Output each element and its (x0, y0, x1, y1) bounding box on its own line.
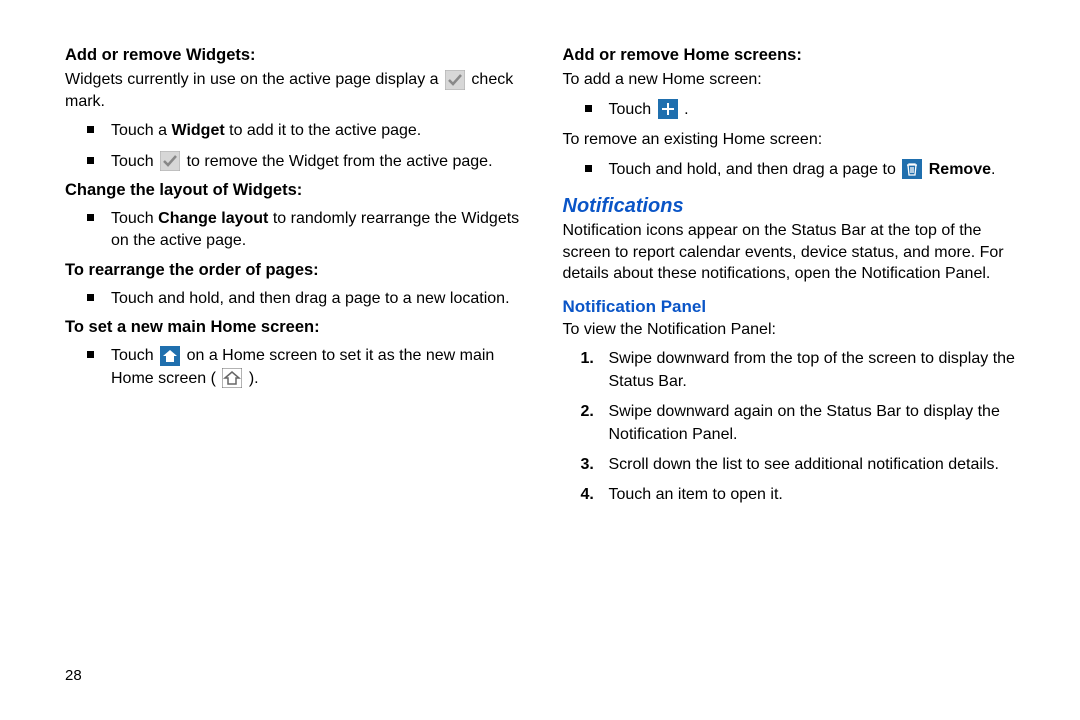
step-number: 4. (581, 484, 594, 506)
text-bold: Widget (171, 122, 224, 139)
text: Widgets currently in use on the active p… (65, 71, 443, 88)
add-home-bullets: Touch . (563, 99, 1021, 121)
list-item: Touch . (563, 99, 1021, 121)
subsection-notification-panel: Notification Panel (563, 297, 1021, 317)
list-item: 3. Scroll down the list to see additional… (563, 454, 1021, 476)
remove-home-intro: To remove an existing Home screen: (563, 129, 1021, 151)
layout-bullets: Touch Change layout to randomly rearrang… (65, 208, 523, 253)
checkmark-grey-icon (445, 70, 465, 90)
text: Touch and hold, and then drag a page to (609, 161, 901, 178)
panel-steps: 1. Swipe downward from the top of the scr… (563, 348, 1021, 506)
text: Touch a (111, 122, 171, 139)
page-number: 28 (65, 667, 82, 684)
text: . (680, 101, 689, 118)
step-number: 2. (581, 401, 594, 423)
text: Touch (111, 347, 158, 364)
list-item: Touch Change layout to randomly rearrang… (65, 208, 523, 253)
heading-add-remove-home: Add or remove Home screens: (563, 46, 1021, 65)
main-home-bullets: Touch on a Home screen to set it as the … (65, 345, 523, 390)
heading-main-home: To set a new main Home screen: (65, 318, 523, 337)
heading-change-layout: Change the layout of Widgets: (65, 181, 523, 200)
text: Touch (111, 210, 158, 227)
list-item: Touch and hold, and then drag a page to … (563, 159, 1021, 181)
list-item: Touch a Widget to add it to the active p… (65, 120, 523, 142)
text-bold: Change layout (158, 210, 268, 227)
list-item: 4. Touch an item to open it. (563, 484, 1021, 506)
widgets-bullets: Touch a Widget to add it to the active p… (65, 120, 523, 173)
left-column: Add or remove Widgets: Widgets currently… (65, 40, 553, 700)
list-item: 1. Swipe downward from the top of the scr… (563, 348, 1021, 393)
text: Touch an item to open it. (609, 486, 783, 503)
list-item: Touch to remove the Widget from the acti… (65, 151, 523, 173)
heading-rearrange-pages: To rearrange the order of pages: (65, 261, 523, 280)
rearrange-bullets: Touch and hold, and then drag a page to … (65, 288, 523, 310)
text: Swipe downward again on the Status Bar t… (609, 403, 1000, 442)
section-notifications: Notifications (563, 195, 1021, 218)
manual-page: Add or remove Widgets: Widgets currently… (0, 0, 1080, 720)
trash-blue-icon (902, 159, 922, 179)
text: Touch (111, 153, 158, 170)
list-item: Touch on a Home screen to set it as the … (65, 345, 523, 390)
list-item: Touch and hold, and then drag a page to … (65, 288, 523, 310)
step-number: 1. (581, 348, 594, 370)
plus-blue-icon (658, 99, 678, 119)
text-bold: Remove (929, 161, 991, 178)
notifications-intro: Notification icons appear on the Status … (563, 220, 1021, 285)
text: ). (244, 370, 258, 387)
text: to remove the Widget from the active pag… (182, 153, 492, 170)
home-blue-icon (160, 346, 180, 366)
remove-home-bullets: Touch and hold, and then drag a page to … (563, 159, 1021, 181)
text: . (991, 161, 995, 178)
step-number: 3. (581, 454, 594, 476)
widgets-intro: Widgets currently in use on the active p… (65, 69, 523, 112)
right-column: Add or remove Home screens: To add a new… (553, 40, 1041, 700)
text: Scroll down the list to see additional n… (609, 456, 999, 473)
panel-intro: To view the Notification Panel: (563, 319, 1021, 341)
text: Touch (609, 101, 656, 118)
home-outline-icon (222, 368, 242, 388)
list-item: 2. Swipe downward again on the Status Bar… (563, 401, 1021, 446)
text: Swipe downward from the top of the scree… (609, 350, 1015, 389)
add-home-intro: To add a new Home screen: (563, 69, 1021, 91)
heading-add-remove-widgets: Add or remove Widgets: (65, 46, 523, 65)
text: to add it to the active page. (225, 122, 422, 139)
checkmark-grey-icon (160, 151, 180, 171)
